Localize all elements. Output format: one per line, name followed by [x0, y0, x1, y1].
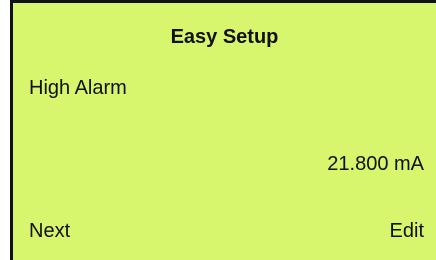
screen-title: Easy Setup	[170, 26, 279, 48]
parameter-value: 21.800 mA	[327, 153, 424, 175]
next-softkey[interactable]: Next	[29, 219, 70, 243]
edit-softkey[interactable]: Edit	[390, 219, 424, 243]
parameter-label: High Alarm	[29, 77, 127, 99]
lcd-display: Easy Setup High Alarm 21.800 mA Next Edi…	[10, 0, 436, 260]
